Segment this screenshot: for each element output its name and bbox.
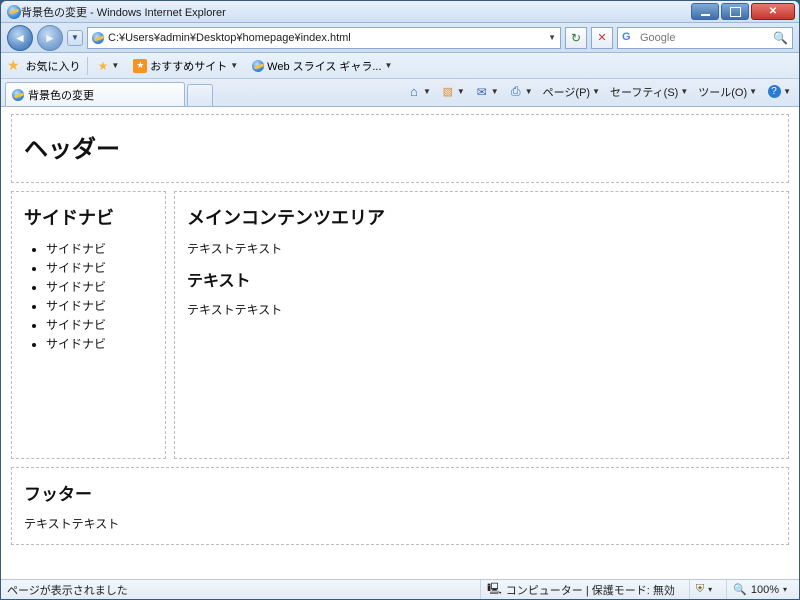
- computer-icon: [487, 580, 502, 599]
- sidenav-item[interactable]: サイドナビ: [46, 316, 153, 333]
- tab-page-icon: [12, 89, 24, 101]
- sidenav-item[interactable]: サイドナビ: [46, 240, 153, 257]
- favorites-label[interactable]: お気に入り: [26, 58, 81, 74]
- tab-row: 背景色の変更 ▼ ▼ ▼ ▼ ページ(P)▼ セーフティ(S)▼ ツール(O)▼…: [1, 79, 799, 107]
- page-body: ヘッダー サイドナビ サイドナビ サイドナビ サイドナビ サイドナビ サイドナビ…: [1, 108, 799, 559]
- status-zone: コンピューター | 保護モード: 無効: [480, 580, 681, 599]
- webslice-label: Web スライス ギャラ...: [267, 58, 381, 74]
- stop-button[interactable]: [591, 27, 613, 49]
- safety-menu[interactable]: セーフティ(S)▼: [606, 82, 692, 102]
- zoom-value: 100%: [751, 584, 779, 596]
- suggested-icon: [133, 59, 147, 73]
- status-text: ページが表示されました: [7, 582, 128, 598]
- footer-paragraph: テキストテキスト: [24, 515, 776, 532]
- tools-menu[interactable]: ツール(O)▼: [694, 82, 761, 102]
- address-dropdown-icon[interactable]: ▼: [548, 33, 556, 42]
- window-title: 背景色の変更 - Windows Internet Explorer: [21, 4, 226, 20]
- sidenav-box: サイドナビ サイドナビ サイドナビ サイドナビ サイドナビ サイドナビ サイドナ…: [11, 191, 166, 459]
- main-paragraph: テキストテキスト: [187, 240, 776, 257]
- sidenav-item[interactable]: サイドナビ: [46, 297, 153, 314]
- tab-title: 背景色の変更: [28, 87, 94, 103]
- home-icon: [407, 85, 421, 99]
- sidenav-item[interactable]: サイドナビ: [46, 259, 153, 276]
- help-icon: [767, 85, 781, 99]
- viewport: ヘッダー サイドナビ サイドナビ サイドナビ サイドナビ サイドナビ サイドナビ…: [1, 107, 799, 579]
- page-header: ヘッダー: [24, 129, 776, 164]
- feed-icon: [441, 85, 455, 99]
- status-zone-text: コンピューター | 保護モード: 無効: [506, 582, 675, 598]
- close-button[interactable]: [751, 3, 795, 20]
- chevron-down-icon: ▾: [708, 585, 712, 594]
- main-subheading: テキスト: [187, 267, 776, 291]
- address-bar[interactable]: C:¥Users¥admin¥Desktop¥homepage¥index.ht…: [87, 27, 561, 49]
- page-menu[interactable]: ページ(P)▼: [539, 82, 604, 102]
- add-fav-icon: ★: [98, 59, 109, 73]
- readmail-button[interactable]: ▼: [471, 83, 503, 101]
- minimize-button[interactable]: [691, 3, 719, 20]
- forward-button[interactable]: ►: [37, 25, 63, 51]
- help-button[interactable]: ▼: [763, 83, 795, 101]
- recent-pages-dropdown[interactable]: ▼: [67, 30, 83, 46]
- favorites-star-icon[interactable]: ★: [7, 57, 20, 74]
- stop-icon: [597, 31, 606, 44]
- zoom-control[interactable]: 🔍 100% ▾: [726, 580, 793, 599]
- sidenav-list: サイドナビ サイドナビ サイドナビ サイドナビ サイドナビ サイドナビ: [24, 240, 153, 352]
- main-paragraph: テキストテキスト: [187, 301, 776, 318]
- zoom-icon: 🔍: [733, 583, 747, 596]
- suggested-sites-link[interactable]: おすすめサイト ▼: [129, 56, 242, 76]
- maximize-button[interactable]: [721, 3, 749, 20]
- refresh-button[interactable]: [565, 27, 587, 49]
- ie-window: 背景色の変更 - Windows Internet Explorer ◄ ► ▼…: [0, 0, 800, 600]
- titlebar: 背景色の変更 - Windows Internet Explorer: [1, 1, 799, 23]
- print-button[interactable]: ▼: [505, 83, 537, 101]
- footer-box: フッター テキストテキスト: [11, 467, 789, 545]
- command-bar: ▼ ▼ ▼ ▼ ページ(P)▼ セーフティ(S)▼ ツール(O)▼ ▼: [403, 79, 795, 106]
- shield-icon: [696, 583, 704, 596]
- refresh-icon: [571, 31, 581, 45]
- print-icon: [509, 85, 523, 99]
- ie-icon: [7, 5, 21, 19]
- sidenav-item[interactable]: サイドナビ: [46, 278, 153, 295]
- chevron-down-icon: ▼: [385, 61, 393, 70]
- header-box: ヘッダー: [11, 114, 789, 183]
- webslice-icon: [252, 60, 264, 72]
- search-icon[interactable]: 🔍: [773, 31, 788, 45]
- address-url: C:¥Users¥admin¥Desktop¥homepage¥index.ht…: [108, 32, 544, 44]
- search-box[interactable]: G Google 🔍: [617, 27, 793, 49]
- main-box: メインコンテンツエリア テキストテキスト テキスト テキストテキスト: [174, 191, 789, 459]
- chevron-down-icon: ▼: [111, 61, 119, 70]
- sidenav-title: サイドナビ: [24, 204, 153, 230]
- home-button[interactable]: ▼: [403, 83, 435, 101]
- google-icon: G: [622, 31, 636, 45]
- favorites-bar: ★ お気に入り ★ ▼ おすすめサイト ▼ Web スライス ギャラ... ▼: [1, 53, 799, 79]
- chevron-down-icon: ▾: [783, 585, 787, 594]
- search-provider-label: Google: [640, 32, 769, 44]
- new-tab-button[interactable]: [187, 84, 213, 106]
- sidenav-item[interactable]: サイドナビ: [46, 335, 153, 352]
- feeds-button[interactable]: ▼: [437, 83, 469, 101]
- chevron-down-icon: ▼: [230, 61, 238, 70]
- separator: [87, 57, 88, 75]
- status-shield[interactable]: ▾: [689, 580, 718, 599]
- nav-row: ◄ ► ▼ C:¥Users¥admin¥Desktop¥homepage¥in…: [1, 23, 799, 53]
- back-button[interactable]: ◄: [7, 25, 33, 51]
- tab-active[interactable]: 背景色の変更: [5, 82, 185, 106]
- footer-title: フッター: [24, 480, 776, 505]
- main-title: メインコンテンツエリア: [187, 204, 776, 230]
- status-bar: ページが表示されました コンピューター | 保護モード: 無効 ▾ 🔍 100%…: [1, 579, 799, 599]
- webslice-link[interactable]: Web スライス ギャラ... ▼: [248, 56, 396, 76]
- page-icon: [92, 32, 104, 44]
- mail-icon: [475, 85, 489, 99]
- window-buttons: [689, 3, 795, 20]
- suggested-label: おすすめサイト: [150, 58, 227, 74]
- favorites-add-button[interactable]: ★ ▼: [94, 57, 124, 75]
